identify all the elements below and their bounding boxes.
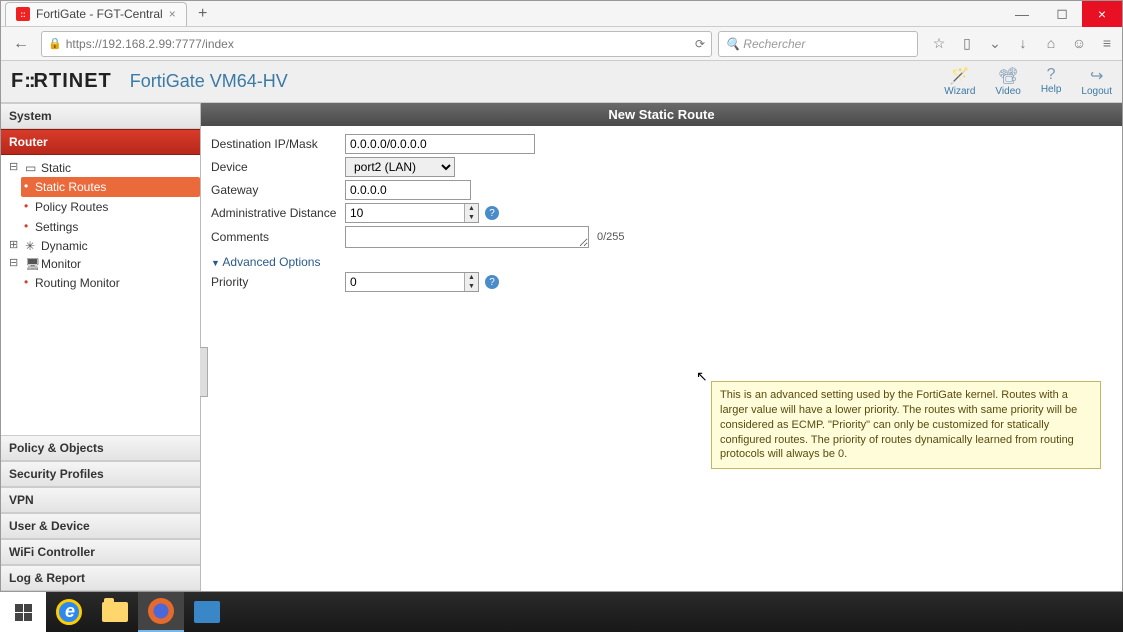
sidebar-section-security[interactable]: Security Profiles: [1, 461, 200, 487]
sidebar-section-system[interactable]: System: [1, 103, 200, 129]
model-name: FortiGate VM64-HV: [130, 71, 288, 92]
comments-counter: 0/255: [597, 231, 625, 243]
sidebar-section-wifi[interactable]: WiFi Controller: [1, 539, 200, 565]
gateway-input[interactable]: [345, 180, 471, 200]
downloads-icon[interactable]: ↓: [1014, 35, 1032, 52]
static-icon: ▭: [25, 161, 39, 175]
dest-ip-input[interactable]: [345, 134, 535, 154]
wizard-icon: 🪄: [950, 66, 970, 86]
taskbar-ie[interactable]: [46, 592, 92, 632]
cursor-icon: ↖: [696, 368, 708, 385]
admin-dist-help-icon[interactable]: ?: [485, 206, 499, 220]
reload-icon[interactable]: ⟳: [695, 37, 705, 51]
bookmark-star-icon[interactable]: ☆: [930, 35, 948, 52]
home-icon[interactable]: ⌂: [1042, 35, 1060, 52]
taskbar: [0, 592, 1123, 632]
tab-title: FortiGate - FGT-Central: [36, 7, 163, 21]
hello-icon[interactable]: ☺: [1070, 35, 1088, 52]
close-window-button[interactable]: ×: [1082, 1, 1122, 27]
sidebar-item-dynamic[interactable]: ✳Dynamic: [7, 237, 200, 255]
advanced-options-toggle[interactable]: Advanced Options: [211, 251, 1112, 269]
sidebar-item-static[interactable]: ▭Static: [7, 159, 200, 177]
admin-distance-input[interactable]: [345, 203, 479, 223]
taskbar-server-manager[interactable]: [184, 592, 230, 632]
fortinet-logo: F::RTINET: [11, 70, 112, 93]
browser-navbar: ← 🔒 https://192.168.2.99:7777/index ⟳ 🔍 …: [1, 27, 1122, 61]
new-tab-button[interactable]: +: [191, 2, 215, 26]
app-header: F::RTINET FortiGate VM64-HV 🪄Wizard 📽Vid…: [1, 61, 1122, 103]
panel-title: New Static Route: [201, 103, 1122, 126]
help-button[interactable]: ?Help: [1041, 66, 1062, 97]
comments-input[interactable]: [345, 226, 589, 248]
admin-dist-down[interactable]: ▼: [464, 213, 478, 222]
browser-tab[interactable]: FortiGate - FGT-Central ×: [5, 2, 187, 26]
library-icon[interactable]: ▯: [958, 35, 976, 52]
priority-down[interactable]: ▼: [464, 282, 478, 291]
sidebar-section-log[interactable]: Log & Report: [1, 565, 200, 591]
sidebar-item-monitor[interactable]: 🖥Monitor: [7, 255, 200, 273]
wizard-button[interactable]: 🪄Wizard: [944, 66, 975, 97]
url-bar[interactable]: 🔒 https://192.168.2.99:7777/index ⟳: [41, 31, 712, 57]
label-comments: Comments: [211, 230, 345, 244]
sidebar-section-vpn[interactable]: VPN: [1, 487, 200, 513]
logout-icon: ↪: [1090, 66, 1103, 86]
label-dest: Destination IP/Mask: [211, 137, 345, 151]
label-admin-dist: Administrative Distance: [211, 206, 345, 220]
minimize-button[interactable]: —: [1002, 1, 1042, 27]
sidebar-section-policy[interactable]: Policy & Objects: [1, 435, 200, 461]
label-device: Device: [211, 160, 345, 174]
dynamic-icon: ✳: [25, 239, 39, 253]
sidebar-item-policy-routes[interactable]: Policy Routes: [21, 197, 200, 217]
fortigate-favicon: [16, 7, 30, 21]
sidebar-item-routing-monitor[interactable]: Routing Monitor: [21, 273, 200, 293]
content-panel: New Static Route Destination IP/Mask Dev…: [201, 103, 1122, 591]
priority-up[interactable]: ▲: [464, 273, 478, 282]
pocket-icon[interactable]: ⌄: [986, 35, 1004, 52]
sidebar-item-static-routes[interactable]: Static Routes: [21, 177, 200, 197]
browser-titlebar: FortiGate - FGT-Central × + — ◻ ×: [1, 1, 1122, 27]
video-icon: 📽: [998, 66, 1018, 86]
device-select[interactable]: port2 (LAN): [345, 157, 455, 177]
priority-tooltip: This is an advanced setting used by the …: [711, 381, 1101, 469]
label-priority: Priority: [211, 275, 345, 289]
priority-input[interactable]: [345, 272, 479, 292]
video-button[interactable]: 📽Video: [995, 66, 1020, 97]
sidebar-item-settings[interactable]: Settings: [21, 217, 200, 237]
menu-icon[interactable]: ≡: [1098, 35, 1116, 52]
taskbar-firefox[interactable]: [138, 592, 184, 632]
admin-dist-up[interactable]: ▲: [464, 204, 478, 213]
sidebar-section-user[interactable]: User & Device: [1, 513, 200, 539]
monitor-icon: 🖥: [25, 257, 39, 271]
priority-help-icon[interactable]: ?: [485, 275, 499, 289]
sidebar: System Router ▭Static Static Routes Poli…: [1, 103, 201, 591]
back-button[interactable]: ←: [7, 30, 35, 58]
start-button[interactable]: [0, 592, 46, 632]
search-placeholder: Rechercher: [743, 37, 805, 51]
url-text: https://192.168.2.99:7777/index: [66, 37, 234, 51]
lock-icon: 🔒: [48, 37, 62, 50]
close-tab-icon[interactable]: ×: [169, 7, 176, 21]
label-gateway: Gateway: [211, 183, 345, 197]
search-icon: 🔍: [725, 37, 740, 51]
maximize-button[interactable]: ◻: [1042, 1, 1082, 27]
taskbar-explorer[interactable]: [92, 592, 138, 632]
logout-button[interactable]: ↪Logout: [1081, 66, 1112, 97]
sidebar-section-router[interactable]: Router: [1, 129, 200, 155]
search-bar[interactable]: 🔍 Rechercher: [718, 31, 918, 57]
help-icon: ?: [1047, 66, 1056, 84]
